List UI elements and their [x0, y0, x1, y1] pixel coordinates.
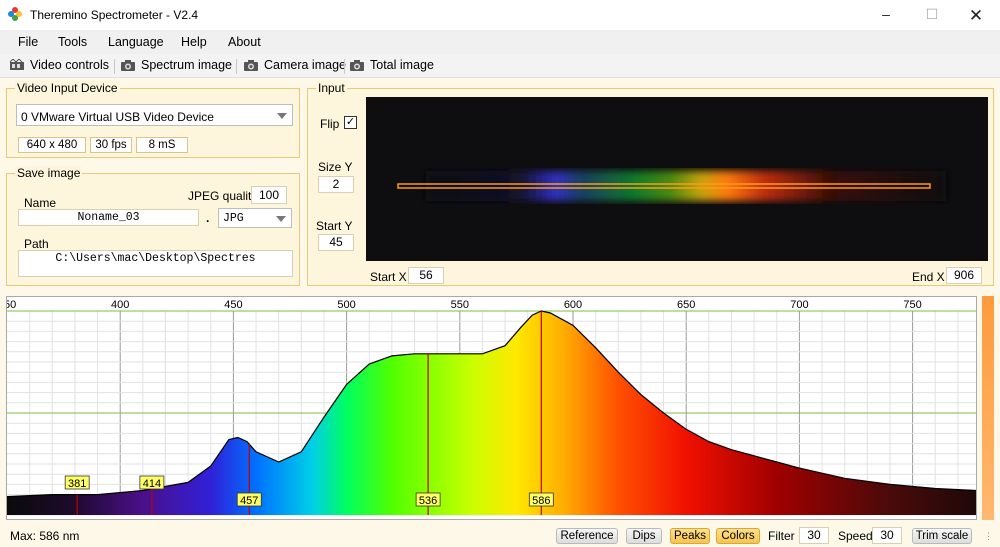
toolbar-separator [114, 59, 115, 74]
camera-preview[interactable] [366, 97, 988, 261]
reference-button[interactable]: Reference [556, 528, 618, 544]
video-controls-button[interactable]: Video controls [9, 58, 111, 74]
peak-label: 536 [419, 495, 437, 507]
peak-label: 457 [240, 495, 258, 507]
format-select[interactable]: JPG [218, 208, 292, 228]
save-image-title: Save image [15, 166, 83, 180]
x-tick-label: 500 [337, 299, 355, 311]
x-tick-label: 600 [564, 299, 582, 311]
flip-checkbox[interactable]: ✓ [344, 116, 357, 129]
jpeg-quality-label: JPEG quality [188, 189, 258, 203]
spectrum-chart-svg: 350 400 450 500 550 600 650 700 750 381 414 457 536 5… [0, 299, 977, 516]
start-x-label: Start X [370, 270, 407, 284]
chevron-down-icon [276, 216, 286, 222]
spectrum-image-button[interactable]: Spectrum image [120, 58, 232, 74]
input-title: Input [316, 81, 347, 95]
chevron-down-icon [277, 113, 287, 119]
toolbar-separator [344, 59, 345, 74]
spectrum-camera-image [397, 171, 946, 201]
window-title: Theremino Spectrometer - V2.4 [30, 8, 199, 22]
path-input[interactable]: C:\Users\mac\Desktop\Spectres [18, 250, 293, 277]
colors-button[interactable]: Colors [716, 528, 760, 544]
start-y-input[interactable]: 45 [318, 234, 354, 251]
spectrum-chart[interactable]: 350 400 450 500 550 600 650 700 750 381 414 457 536 5… [0, 296, 977, 520]
menu-file[interactable]: File [18, 35, 38, 49]
size-y-input[interactable]: 2 [318, 176, 354, 193]
camera-icon [350, 60, 364, 71]
end-x-input[interactable]: 906 [946, 267, 982, 284]
toolbar: Video controls Spectrum image Camera ima… [0, 54, 1000, 78]
trim-scale-button[interactable]: Trim scale [912, 528, 972, 544]
resolution-value: 640 x 480 [18, 137, 86, 153]
end-x-label: End X [912, 270, 945, 284]
camera-icon [121, 60, 135, 71]
path-label: Path [24, 237, 49, 251]
camera-image-button[interactable]: Camera image [243, 58, 346, 74]
start-y-label: Start Y [316, 219, 353, 233]
flip-label: Flip [320, 117, 340, 131]
close-button[interactable]: ✕ [966, 6, 986, 25]
resize-grip-icon: ⋮ [984, 531, 993, 541]
menu-help[interactable]: Help [181, 35, 207, 49]
start-x-input[interactable]: 56 [408, 267, 444, 284]
jpeg-quality-input[interactable]: 100 [251, 186, 287, 204]
maximize-button[interactable]: ☐ [922, 6, 942, 24]
max-wavelength-text: Max: 586 nm [10, 529, 80, 543]
speed-label: Speed [838, 529, 873, 543]
scrollbar-thumb[interactable] [982, 296, 994, 520]
x-tick-label: 750 [903, 299, 921, 311]
x-tick-label: 350 [7, 299, 16, 311]
extension-dot: . [206, 211, 210, 225]
app-icon [8, 7, 22, 21]
x-tick-label: 700 [790, 299, 808, 311]
peak-label: 586 [532, 495, 550, 507]
size-y-label: Size Y [318, 160, 353, 174]
x-tick-label: 650 [677, 299, 695, 311]
total-image-button[interactable]: Total image [349, 58, 437, 74]
peak-label: 381 [68, 478, 86, 490]
toolbar-separator [236, 59, 237, 74]
filename-input[interactable]: Noname_03 [18, 209, 199, 226]
menu-bar: File Tools Language Help About [0, 30, 1000, 54]
peak-label: 414 [143, 478, 161, 490]
minimize-button[interactable]: – [876, 6, 896, 24]
video-device-select[interactable]: 0 VMware Virtual USB Video Device [16, 104, 293, 126]
video-input-title: Video Input Device [15, 81, 120, 95]
title-bar: Theremino Spectrometer - V2.4 – ☐ ✕ [0, 0, 1000, 30]
fps-value: 30 fps [90, 137, 132, 153]
film-icon [9, 59, 24, 70]
filter-input[interactable]: 30 [799, 527, 829, 544]
filter-label: Filter [768, 529, 795, 543]
peaks-button[interactable]: Peaks [670, 528, 710, 544]
intensity-scrollbar[interactable] [982, 296, 994, 520]
menu-tools[interactable]: Tools [58, 35, 87, 49]
dips-button[interactable]: Dips [626, 528, 662, 544]
menu-language[interactable]: Language [108, 35, 164, 49]
status-bar: Max: 586 nm Reference Dips Peaks Colors … [0, 523, 1000, 547]
x-tick-label: 550 [451, 299, 469, 311]
x-tick-label: 450 [224, 299, 242, 311]
x-tick-label: 400 [111, 299, 129, 311]
name-label: Name [24, 196, 57, 210]
camera-icon [244, 60, 258, 71]
exposure-value: 8 mS [136, 137, 188, 153]
speed-input[interactable]: 30 [872, 527, 902, 544]
menu-about[interactable]: About [228, 35, 261, 49]
